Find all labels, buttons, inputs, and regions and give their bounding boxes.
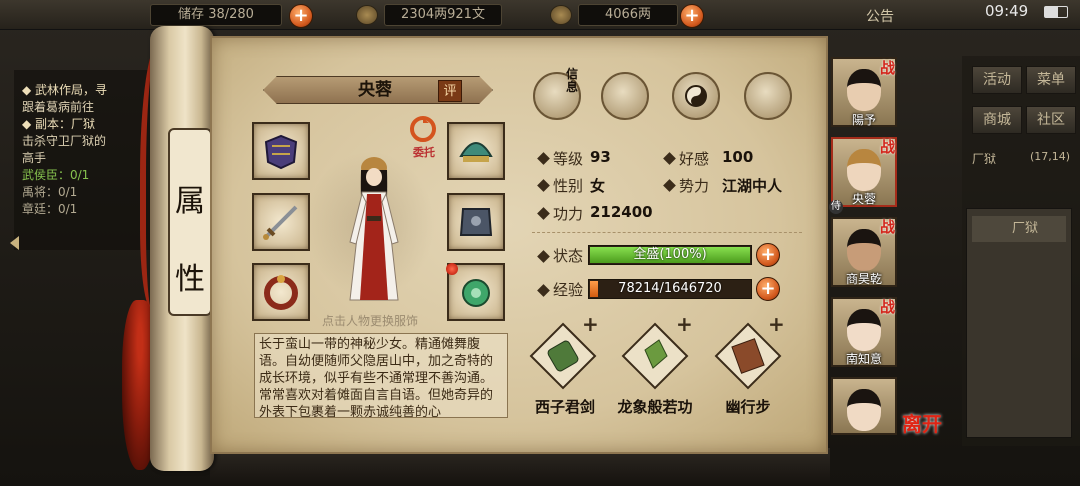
helmet-icon (459, 142, 493, 162)
shop-button[interactable]: 商城 (972, 106, 1022, 134)
outfit-change-tip: 点击人物更换服饰 (321, 314, 418, 328)
restore-state-button[interactable]: + (756, 243, 780, 267)
character-description: 长于蛮山一带的神秘少女。精通傩舞腹语。自幼便随师父隐居山中，加之奇特的成长环境，… (254, 333, 508, 418)
power-value: 212400 (590, 203, 653, 221)
community-button[interactable]: 社区 (1026, 106, 1076, 134)
capacity-display: 储存 38/280 (150, 4, 282, 26)
level-label: 等级 (553, 150, 584, 168)
add-capacity-button[interactable]: + (289, 4, 313, 28)
add-skill-plus[interactable]: + (582, 312, 599, 336)
map-item[interactable]: 厂狱 (972, 216, 1066, 242)
exp-bar-text: 78214/1646720 (618, 281, 722, 296)
bagua-icon[interactable] (672, 72, 720, 120)
collapse-arrow-icon[interactable] (10, 236, 19, 250)
minimap-list (966, 208, 1072, 438)
status-time: 09:49 (985, 2, 1029, 20)
gold-display: 4066两 (578, 4, 678, 26)
battle-tag: 战 (880, 218, 896, 236)
activity-button[interactable]: 活动 (972, 66, 1022, 94)
character-name: 央蓉 (358, 80, 392, 100)
exp-label: 经验 (553, 281, 584, 299)
chest-armor-icon (459, 208, 493, 236)
meridian-body-icon[interactable] (744, 72, 792, 120)
add-skill-plus[interactable]: + (768, 312, 785, 336)
game-screen: 储存 38/280 + 2304两921文 4066两 + 公告 09:49 ◆… (0, 0, 1080, 486)
state-bar-text: 全盛(100%) (633, 247, 707, 262)
skill-name: 西子君剑 (534, 398, 595, 416)
map-scroll-icon[interactable] (601, 72, 649, 120)
chest-armor-slot[interactable] (447, 193, 505, 251)
character-figure[interactable] (334, 150, 414, 306)
armor-icon (264, 134, 298, 170)
battery-icon (1044, 6, 1068, 18)
attendant-marker: 侍 (829, 200, 843, 214)
level-value: 93 (590, 148, 611, 166)
bracelet-icon (264, 275, 298, 310)
evaluate-button[interactable]: 评 (438, 80, 462, 102)
add-gold-button[interactable]: + (680, 4, 704, 28)
companion-name: 商昊乾 (845, 272, 882, 286)
companion-name: 陽予 (851, 113, 876, 127)
power-label: 功力 (553, 205, 584, 223)
gender-label: 性别 (553, 177, 584, 195)
battle-tag: 战 (880, 59, 896, 77)
skill-name: 龙象般若功 (617, 398, 693, 416)
helmet-slot[interactable] (447, 122, 505, 180)
gender-value: 女 (590, 177, 606, 195)
quest-line: 跟着葛病前往 (22, 100, 95, 114)
money-icon (356, 5, 378, 25)
quest-line: ◆ 武林作局，寻 (22, 83, 108, 97)
notification-dot (446, 263, 458, 275)
scroll-title-char: 属 (175, 184, 205, 219)
leave-button[interactable]: 离开 (902, 408, 950, 448)
state-label: 状态 (553, 247, 584, 265)
skill-name: 幽行步 (725, 398, 771, 416)
gold-ingot-icon (550, 5, 572, 25)
notice-button[interactable]: 公告 (866, 6, 894, 26)
capacity-value: 38/280 (208, 7, 254, 22)
yinyang-symbol (685, 85, 707, 107)
info-label: 信息 (566, 67, 579, 94)
location-name: 厂狱 (972, 152, 997, 166)
capacity-prefix: 储存 (178, 7, 205, 22)
location-coords: (17,14) (1030, 150, 1071, 163)
favor-value: 100 (722, 148, 754, 166)
armor-slot[interactable] (252, 122, 310, 180)
battle-tag: 战 (880, 138, 896, 156)
companion-name: 南知意 (845, 352, 882, 366)
favor-label: 好感 (679, 150, 710, 168)
add-exp-button[interactable]: + (756, 277, 780, 301)
commission-icon (410, 116, 436, 142)
money-display: 2304两921文 (384, 4, 502, 26)
battle-tag: 战 (880, 298, 896, 316)
companion-portrait[interactable] (831, 377, 897, 435)
faction-label: 势力 (679, 177, 710, 195)
add-skill-plus[interactable]: + (676, 312, 693, 336)
faction-value: 江湖中人 (722, 177, 783, 195)
scroll-title-char: 性 (175, 262, 205, 297)
stats-divider (532, 232, 802, 233)
jade-pendant-icon (462, 279, 490, 307)
menu-button[interactable]: 菜单 (1026, 66, 1076, 94)
